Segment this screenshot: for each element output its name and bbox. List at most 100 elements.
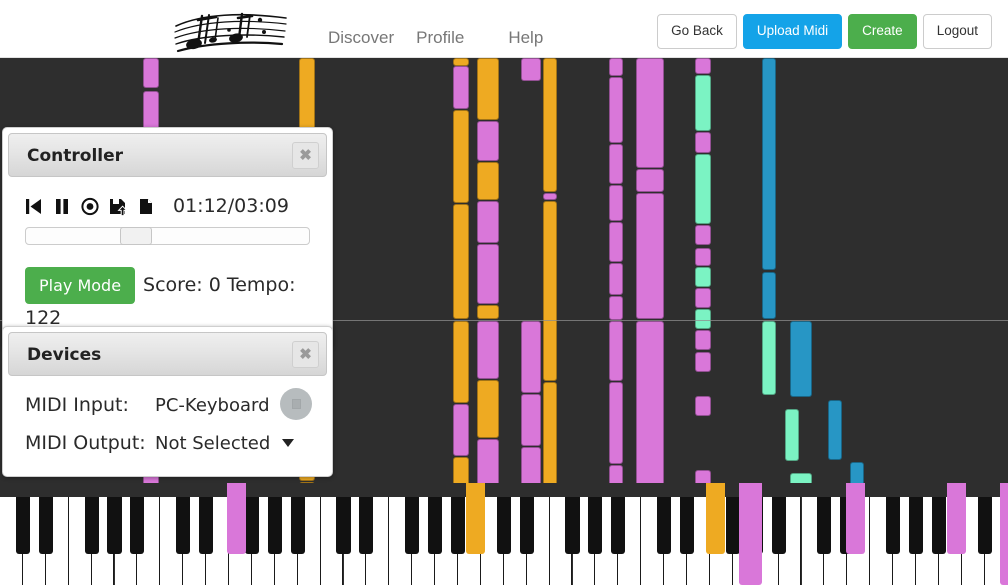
controller-panel-header: Controller ✖ — [8, 133, 327, 177]
lit-key[interactable] — [706, 497, 725, 554]
transport-controls: 01:12/03:09 — [19, 187, 316, 219]
black-key[interactable] — [84, 497, 99, 554]
note-block — [636, 169, 664, 192]
lit-key[interactable] — [846, 497, 865, 554]
controller-body: 01:12/03:09 Play Mode Score: 0 Tempo: 122 — [3, 177, 332, 347]
note-block — [695, 75, 711, 131]
black-key[interactable] — [130, 497, 145, 554]
midi-player-app: Discover Profile Help Go Back Upload Midi … — [0, 0, 1008, 585]
note-block — [636, 193, 664, 319]
note-block — [453, 321, 469, 403]
note-block — [695, 132, 711, 153]
playback-status-row: Play Mode Score: 0 Tempo: 122 — [19, 245, 316, 333]
note-block — [453, 457, 469, 483]
note-block — [477, 244, 499, 304]
note-block — [453, 204, 469, 319]
go-back-button[interactable]: Go Back — [657, 14, 737, 49]
note-block — [609, 465, 623, 483]
midi-activity-indicator[interactable] — [280, 388, 312, 420]
note-block — [477, 321, 499, 379]
black-key[interactable] — [107, 497, 122, 554]
record-icon[interactable] — [81, 197, 99, 216]
black-key[interactable] — [886, 497, 901, 554]
note-block — [609, 382, 623, 464]
save-icon[interactable] — [109, 197, 128, 216]
black-key[interactable] — [244, 497, 259, 554]
seek-slider-handle[interactable] — [120, 227, 153, 245]
midi-input-row: MIDI Input: PC-Keyboard — [19, 386, 316, 424]
lit-key[interactable] — [466, 497, 485, 554]
create-button[interactable]: Create — [848, 14, 917, 49]
black-keys[interactable] — [0, 497, 1008, 585]
note-block — [695, 309, 711, 329]
black-key[interactable] — [565, 497, 580, 554]
play-mode-button[interactable]: Play Mode — [25, 267, 136, 304]
logout-button[interactable]: Logout — [922, 14, 992, 49]
music-staff-logo[interactable] — [172, 6, 290, 54]
lit-key[interactable] — [227, 497, 246, 554]
nav-discover[interactable]: Discover — [328, 28, 394, 48]
black-key[interactable] — [290, 497, 305, 554]
black-key[interactable] — [450, 497, 466, 554]
note-block — [453, 58, 469, 66]
black-key[interactable] — [519, 497, 534, 554]
black-key[interactable] — [931, 497, 946, 554]
black-key[interactable] — [176, 497, 191, 554]
note-block — [477, 305, 499, 319]
main-nav: Discover Profile Help — [328, 28, 565, 48]
header-actions: Go Back Upload Midi Create Logout — [657, 14, 992, 49]
black-key[interactable] — [817, 497, 832, 554]
black-key[interactable] — [428, 497, 443, 554]
devices-body: MIDI Input: PC-Keyboard MIDI Output: Not… — [3, 376, 332, 476]
black-key[interactable] — [38, 497, 53, 554]
nav-profile[interactable]: Profile — [416, 28, 464, 48]
black-key[interactable] — [977, 497, 992, 554]
pause-icon[interactable] — [53, 197, 71, 216]
note-block — [543, 382, 557, 483]
close-icon[interactable]: ✖ — [292, 341, 319, 368]
midi-input-select[interactable]: PC-Keyboard — [155, 395, 294, 416]
key-top-highlight — [466, 483, 485, 497]
midi-input-value: PC-Keyboard — [155, 394, 270, 416]
black-key[interactable] — [267, 497, 282, 554]
key-top-highlight — [846, 483, 865, 497]
note-block — [695, 154, 711, 224]
black-key[interactable] — [679, 497, 695, 554]
black-key[interactable] — [725, 497, 740, 554]
lit-key[interactable] — [947, 497, 966, 554]
file-icon[interactable] — [137, 197, 155, 216]
note-block — [785, 409, 799, 461]
midi-output-select[interactable]: Not Selected — [155, 432, 295, 454]
black-key[interactable] — [359, 497, 374, 554]
black-key[interactable] — [336, 497, 351, 554]
note-block — [453, 66, 469, 109]
black-key[interactable] — [771, 497, 786, 554]
skip-start-icon[interactable] — [25, 197, 43, 216]
midi-output-value: Not Selected — [155, 432, 271, 454]
black-key[interactable] — [15, 497, 30, 554]
chevron-down-icon — [282, 439, 295, 447]
nav-help[interactable]: Help — [508, 28, 543, 48]
black-key[interactable] — [657, 497, 672, 554]
black-key[interactable] — [588, 497, 603, 554]
note-block — [850, 462, 864, 483]
black-key[interactable] — [199, 497, 214, 554]
midi-output-row: MIDI Output: Not Selected — [19, 424, 316, 462]
seek-slider[interactable] — [25, 227, 310, 245]
lit-key[interactable] — [1000, 497, 1008, 585]
note-block — [609, 222, 623, 262]
note-block — [828, 400, 842, 460]
upload-midi-button[interactable]: Upload Midi — [742, 14, 843, 49]
black-key[interactable] — [908, 497, 924, 554]
note-block — [609, 58, 623, 76]
piano-keyboard[interactable] — [0, 483, 1008, 585]
black-key[interactable] — [496, 497, 511, 554]
key-top-highlight — [739, 483, 762, 497]
note-block — [695, 288, 711, 308]
note-block — [790, 321, 812, 397]
black-key[interactable] — [611, 497, 626, 554]
close-icon[interactable]: ✖ — [292, 142, 319, 169]
lit-key[interactable] — [739, 497, 762, 585]
note-block — [762, 58, 776, 270]
black-key[interactable] — [405, 497, 420, 554]
